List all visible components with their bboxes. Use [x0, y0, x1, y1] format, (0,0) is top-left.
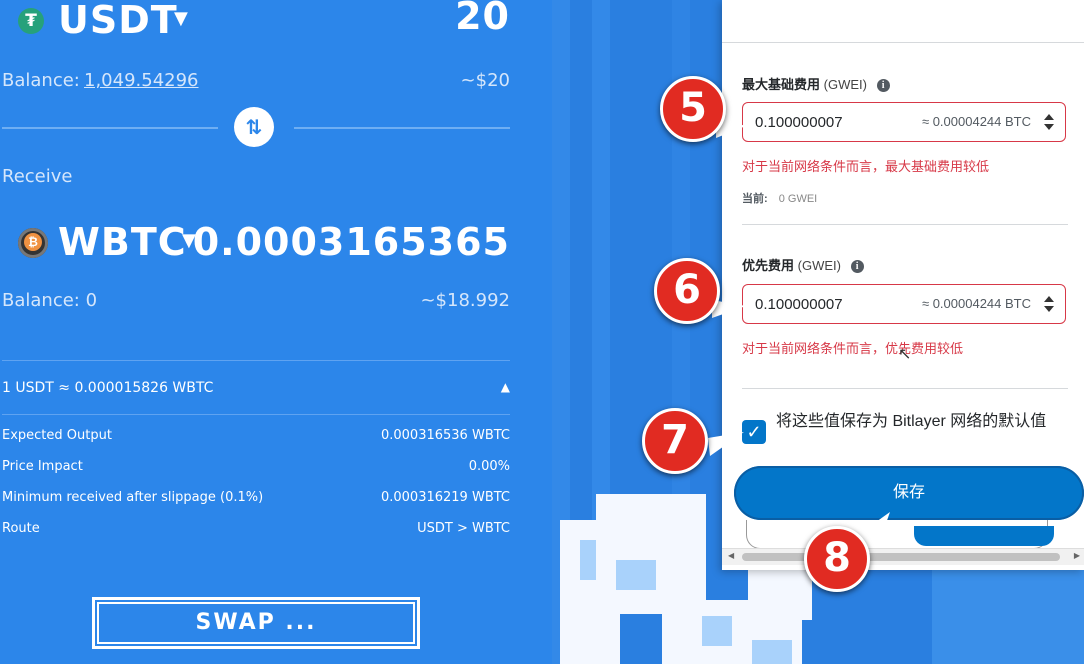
current-label: 当前:	[742, 193, 768, 205]
divider	[742, 388, 1068, 389]
max-base-fee-input[interactable]: 0.100000007 ≈ 0.00004244 BTC	[742, 102, 1066, 142]
horizontal-scrollbar[interactable]: ◀ ▶	[722, 548, 1084, 565]
balance-value-link[interactable]: 1,049.54296	[84, 70, 199, 91]
from-balance-row: Balance: 1,049.54296 ~$20	[0, 70, 510, 94]
save-default-checkbox[interactable]: ✓	[742, 420, 766, 444]
from-token-selector[interactable]: USDT	[58, 0, 178, 42]
to-amount: 0.0003165365	[192, 220, 510, 264]
save-default-label: 将这些值保存为 Bitlayer 网络的默认值	[776, 413, 1047, 430]
save-button[interactable]: 保存	[734, 466, 1084, 520]
max-base-fee-value[interactable]: 0.100000007	[755, 114, 843, 131]
priority-fee-label-text: 优先费用	[742, 258, 795, 273]
swap-panel: ₮ USDT ▼ 20 Balance: 1,049.54296 ~$20 ⇅ …	[0, 0, 552, 664]
divider-left	[2, 127, 218, 129]
info-icon[interactable]: i	[876, 79, 890, 92]
detail-value: 0.000316219 WBTC	[380, 490, 510, 505]
cloud	[752, 640, 792, 664]
priority-fee-error: 对于当前网络条件而言，优先费用较低	[742, 341, 964, 356]
max-base-fee-label-text: 最大基础费用	[742, 77, 821, 92]
to-token-selector[interactable]: WBTC	[58, 220, 187, 264]
scroll-left-icon[interactable]: ◀	[728, 551, 734, 560]
scroll-thumb[interactable]	[742, 553, 1060, 561]
callout-5: 5	[660, 76, 726, 142]
detail-label: Price Impact	[2, 459, 83, 474]
receive-label: Receive	[2, 166, 73, 187]
mouse-cursor-icon: ↖	[898, 346, 912, 363]
from-token-row: ₮ USDT ▼ 20	[0, 0, 510, 44]
callout-8: 8	[804, 526, 870, 592]
info-icon[interactable]: i	[850, 260, 864, 273]
detail-label: Route	[2, 521, 40, 536]
modal-header-divider	[722, 42, 1084, 43]
cloud	[596, 494, 706, 614]
to-token-row: ₿ WBTC ▼ 0.0003165365	[0, 218, 510, 266]
current-value: 0 GWEI	[778, 193, 818, 205]
divider-right	[294, 127, 510, 129]
max-base-fee-conversion: ≈ 0.00004244 BTC	[921, 114, 1031, 129]
divider	[742, 224, 1068, 225]
cloud	[702, 616, 732, 646]
callout-6: 6	[654, 258, 720, 324]
scroll-right-icon[interactable]: ▶	[1074, 551, 1080, 560]
max-base-fee-error: 对于当前网络条件而言，最大基础费用较低	[742, 159, 990, 174]
cloud	[748, 570, 812, 620]
to-usd-value: ~$18.992	[420, 290, 510, 311]
wbtc-icon: ₿	[18, 228, 48, 258]
max-base-fee-unit: (GWEI)	[823, 77, 867, 92]
stepper-icon[interactable]	[1043, 294, 1055, 314]
from-amount-input[interactable]: 20	[455, 0, 510, 38]
priority-fee-value[interactable]: 0.100000007	[755, 296, 843, 313]
detail-value: 0.000316536 WBTC	[380, 428, 510, 443]
priority-fee-conversion: ≈ 0.00004244 BTC	[921, 296, 1031, 311]
divider	[2, 414, 510, 415]
callout-7: 7	[642, 408, 708, 474]
cloud	[932, 570, 1084, 664]
max-base-fee-label: 最大基础费用 (GWEI) i	[742, 74, 890, 93]
chevron-up-icon[interactable]: ▲	[501, 380, 510, 394]
current-fee-row: 当前: 0 GWEI	[742, 190, 817, 206]
priority-fee-label: 优先费用 (GWEI) i	[742, 255, 864, 274]
detail-value: USDT > WBTC	[417, 521, 510, 536]
to-balance: Balance: 0	[2, 290, 98, 311]
exchange-rate: 1 USDT ≈ 0.000015826 WBTC	[2, 380, 214, 396]
detail-label: Expected Output	[2, 428, 112, 443]
balance-label: Balance:	[2, 70, 80, 91]
stepper-icon[interactable]	[1043, 112, 1055, 132]
priority-fee-input[interactable]: 0.100000007 ≈ 0.00004244 BTC	[742, 284, 1066, 324]
divider	[2, 360, 510, 361]
from-usd-value: ~$20	[460, 70, 510, 91]
swap-direction-icon[interactable]: ⇅	[234, 107, 274, 147]
tether-icon: ₮	[18, 8, 44, 34]
rate-row[interactable]: 1 USDT ≈ 0.000015826 WBTC ▲	[0, 380, 510, 400]
to-balance-row: Balance: 0 ~$18.992	[0, 290, 510, 314]
detail-value: 0.00%	[468, 459, 510, 474]
cloud	[616, 560, 656, 590]
swap-button[interactable]: SWAP ...	[92, 597, 420, 649]
chevron-down-icon[interactable]: ▼	[174, 8, 188, 29]
confirm-button[interactable]	[914, 526, 1054, 546]
detail-label: Minimum received after slippage (0.1%)	[2, 490, 264, 505]
priority-fee-unit: (GWEI)	[797, 258, 841, 273]
